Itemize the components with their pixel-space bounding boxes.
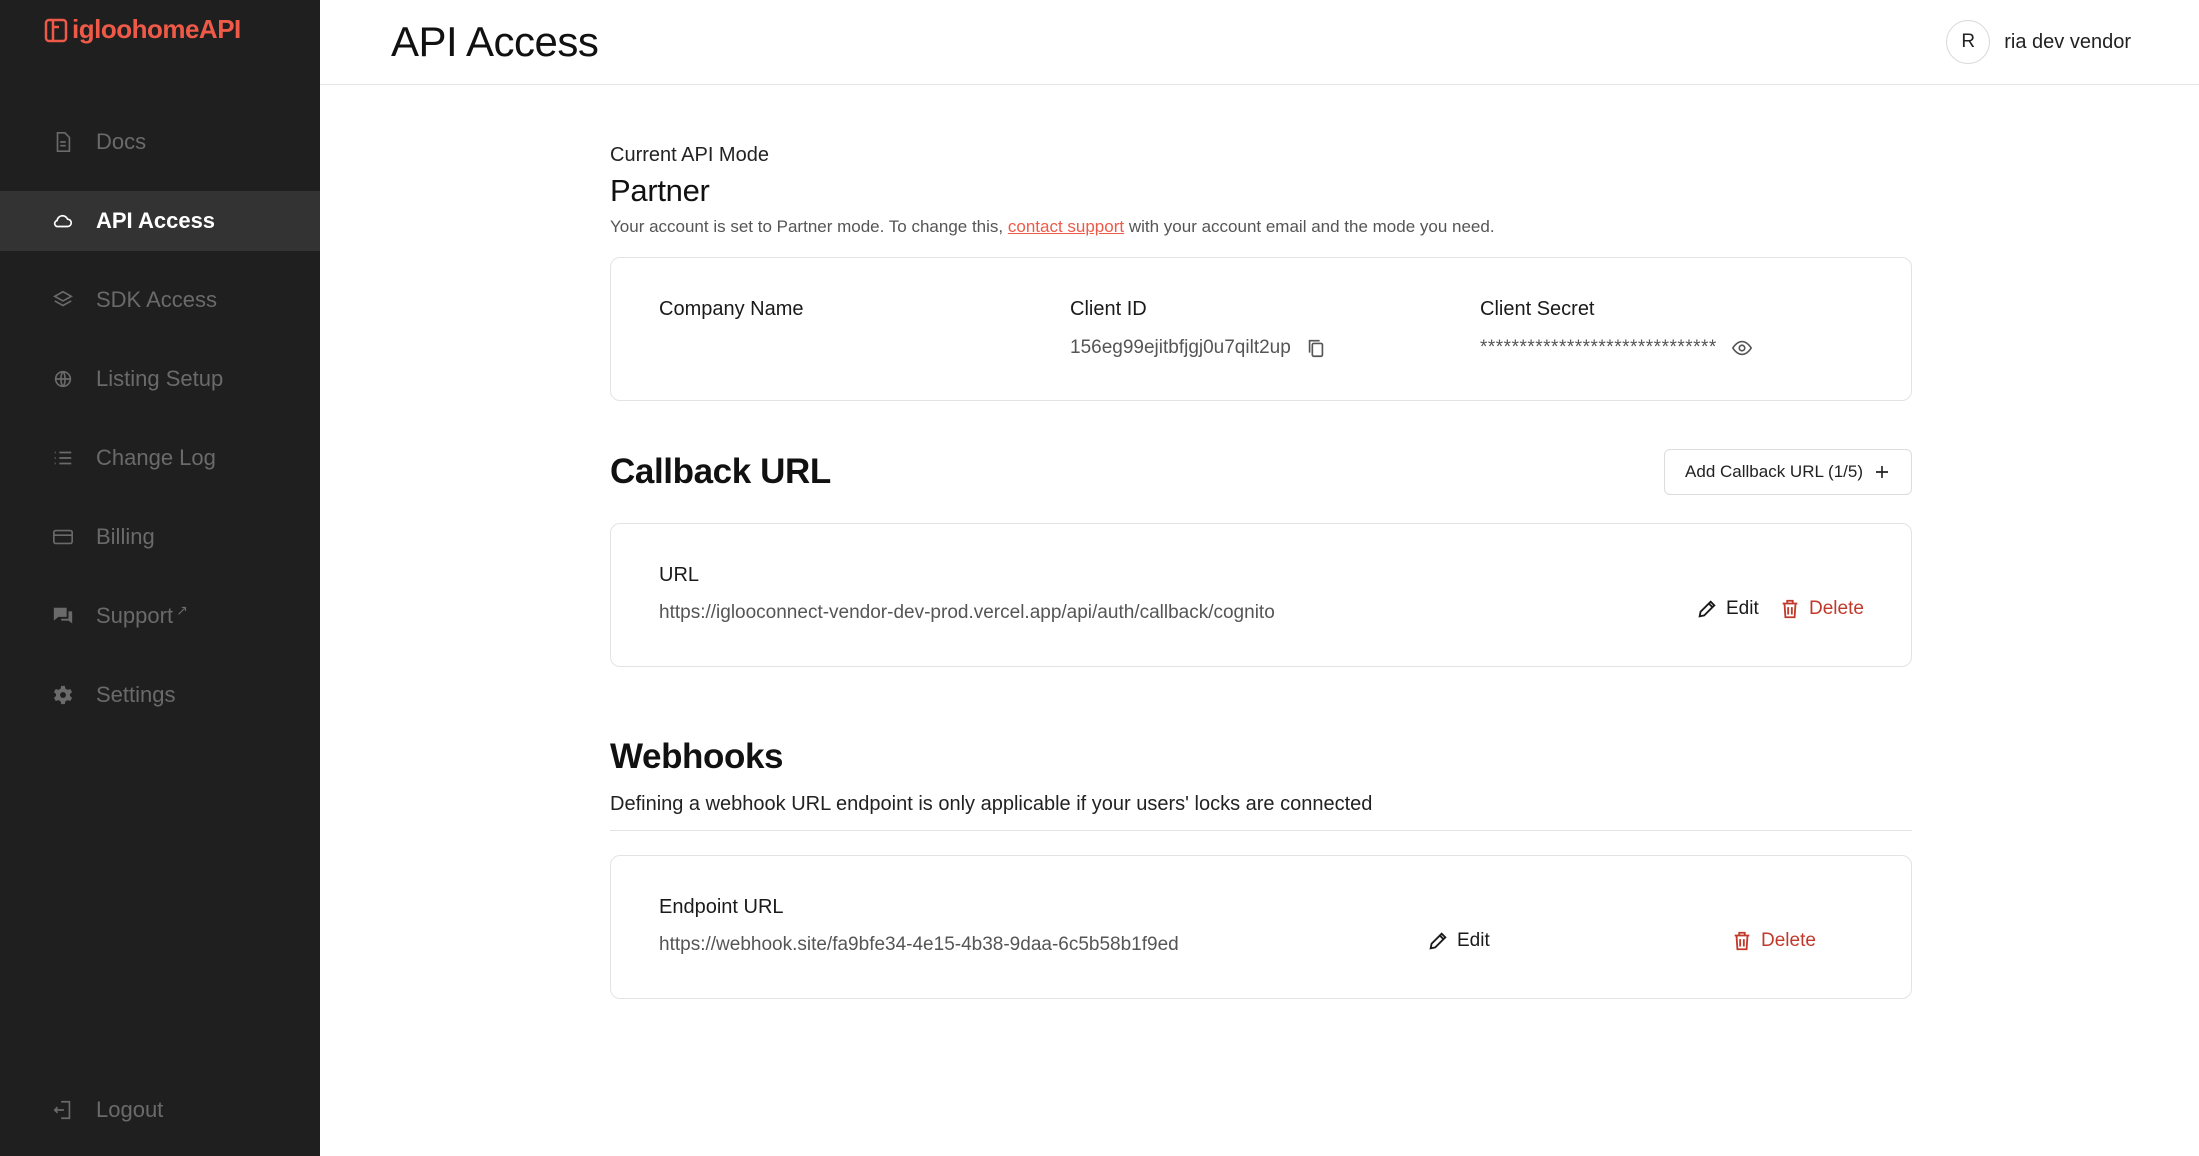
chat-icon [52, 605, 74, 627]
delete-label: Delete [1761, 930, 1816, 951]
client-secret-label: Client Secret [1480, 298, 1595, 320]
logout-button[interactable]: Logout [0, 1080, 320, 1140]
add-callback-url-label: Add Callback URL (1/5) [1685, 462, 1863, 481]
sidebar: igloohomeAPI Docs API Access SDK Access [0, 0, 320, 1156]
sidebar-item-api-access[interactable]: API Access [0, 191, 320, 251]
contact-support-link[interactable]: contact support [1008, 217, 1124, 236]
igloo-logo-icon [44, 18, 68, 42]
webhook-endpoint-card: Endpoint URL https://webhook.site/fa9bfe… [610, 855, 1912, 999]
eye-icon[interactable] [1731, 337, 1753, 359]
sidebar-item-label: Docs [96, 129, 147, 154]
sidebar-item-label: Listing Setup [96, 366, 224, 391]
sidebar-item-label: Support [96, 603, 174, 628]
edit-label: Edit [1457, 930, 1490, 951]
top-bar: API Access R ria dev vendor [320, 0, 2199, 85]
delete-label: Delete [1809, 598, 1864, 619]
cloud-icon [52, 210, 74, 232]
sidebar-item-billing[interactable]: Billing [0, 507, 320, 567]
trash-icon [1782, 599, 1798, 619]
sidebar-item-change-log[interactable]: Change Log [0, 428, 320, 488]
callback-edit-button[interactable]: Edit [1696, 598, 1759, 620]
client-secret-value: ****************************** [1480, 337, 1717, 358]
sidebar-item-sdk-access[interactable]: SDK Access [0, 270, 320, 330]
layers-icon [52, 289, 74, 311]
api-mode-desc-text: Your account is set to Partner mode. To … [610, 217, 1008, 236]
callback-delete-button[interactable]: Delete [1779, 598, 1864, 620]
callback-url-value: https://iglooconnect-vendor-dev-prod.ver… [659, 602, 1275, 623]
client-id-column: Client ID 156eg99ejitbfjgj0u7qilt2up [1070, 298, 1327, 359]
user-name: ria dev vendor [2004, 30, 2131, 53]
endpoint-url-label: Endpoint URL [659, 896, 784, 918]
api-mode-desc-text-end: with your account email and the mode you… [1124, 217, 1495, 236]
webhooks-description: Defining a webhook URL endpoint is only … [610, 793, 1912, 831]
webhooks-section-title: Webhooks [610, 737, 784, 776]
client-id-label: Client ID [1070, 298, 1147, 320]
plus-icon [1876, 466, 1888, 478]
callback-section-title: Callback URL [610, 452, 831, 491]
edit-label: Edit [1726, 598, 1759, 619]
document-icon [52, 131, 74, 153]
logout-label: Logout [96, 1097, 164, 1122]
page-title: API Access [391, 18, 599, 65]
api-mode-value: Partner [610, 173, 710, 208]
copy-icon[interactable] [1305, 337, 1327, 359]
client-id-row: 156eg99ejitbfjgj0u7qilt2up [1070, 337, 1327, 359]
company-name-column: Company Name [659, 298, 804, 337]
webhook-delete-button[interactable]: Delete [1731, 930, 1816, 952]
main-content: API Access R ria dev vendor Current API … [320, 0, 2199, 1156]
sidebar-item-docs[interactable]: Docs [0, 112, 320, 172]
webhook-edit-button[interactable]: Edit [1427, 930, 1490, 952]
sidebar-item-settings[interactable]: Settings [0, 665, 320, 725]
api-mode-description: Your account is set to Partner mode. To … [610, 217, 1912, 237]
api-mode-label: Current API Mode [610, 144, 769, 166]
api-access-content: Current API Mode Partner Your account is… [610, 85, 1912, 999]
trash-icon [1734, 931, 1750, 951]
sidebar-nav: Docs API Access SDK Access Listing Setup [0, 112, 320, 744]
sidebar-item-label: Settings [96, 682, 176, 707]
gear-icon [52, 684, 74, 706]
globe-icon [52, 368, 74, 390]
endpoint-url-value: https://webhook.site/fa9bfe34-4e15-4b38-… [659, 934, 1179, 955]
user-menu[interactable]: R ria dev vendor [1946, 20, 2131, 64]
client-secret-column: Client Secret **************************… [1480, 298, 1753, 359]
client-secret-row: ****************************** [1480, 337, 1753, 359]
avatar[interactable]: R [1946, 20, 1991, 64]
pencil-icon [1698, 600, 1716, 618]
sidebar-item-label: API Access [96, 208, 216, 233]
logout-icon [52, 1099, 74, 1121]
pencil-icon [1429, 932, 1447, 950]
sidebar-item-label: Change Log [96, 445, 216, 470]
sidebar-item-support[interactable]: Support ↗ [0, 586, 320, 646]
sidebar-item-label: SDK Access [96, 287, 218, 312]
brand-name: igloohomeAPI [72, 14, 241, 44]
sidebar-item-listing-setup[interactable]: Listing Setup [0, 349, 320, 409]
list-icon [52, 447, 74, 469]
callback-section-header: Callback URL Add Callback URL (1/5) [610, 449, 1912, 495]
sidebar-item-label: Billing [96, 524, 155, 549]
brand-logo[interactable]: igloohomeAPI [44, 14, 241, 45]
callback-url-label: URL [659, 564, 700, 586]
client-id-value: 156eg99ejitbfjgj0u7qilt2up [1070, 337, 1291, 358]
external-link-icon: ↗ [176, 601, 188, 618]
credit-card-icon [52, 526, 74, 548]
credentials-card: Company Name Client ID 156eg99ejitbfjgj0… [610, 257, 1912, 401]
add-callback-url-button[interactable]: Add Callback URL (1/5) [1664, 449, 1912, 495]
callback-url-card: URL https://iglooconnect-vendor-dev-prod… [610, 523, 1912, 667]
company-name-label: Company Name [659, 298, 804, 320]
